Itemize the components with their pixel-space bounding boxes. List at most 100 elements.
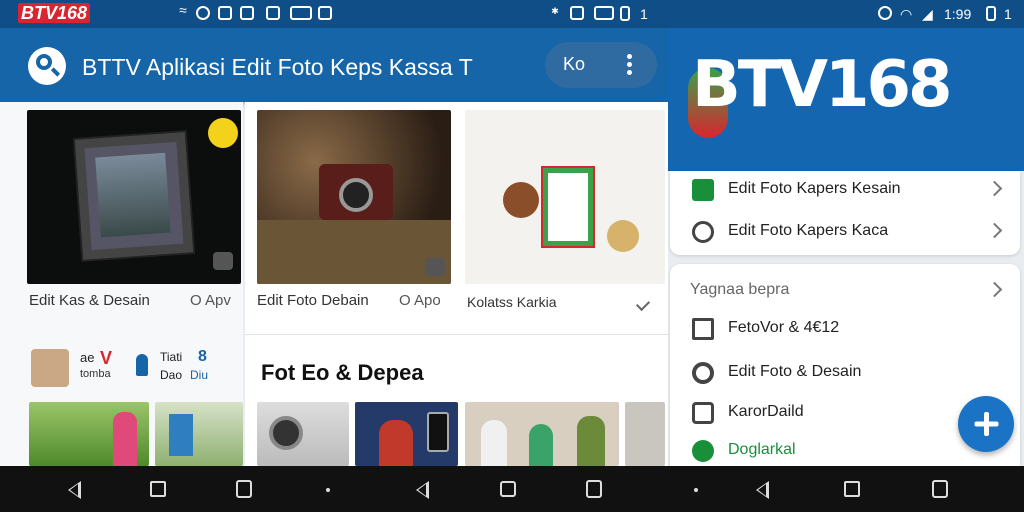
drawer-header: BTV168	[668, 28, 1024, 171]
mini-text-5: 8	[198, 348, 207, 365]
drawer-item-label: Edit Foto Kapers Kesain	[728, 180, 901, 197]
drawer-item-1[interactable]: Edit Foto Kapers Kaca	[670, 213, 1020, 251]
status-time-right: 1:99	[944, 6, 972, 22]
app-icon-1	[218, 6, 232, 20]
back-icon[interactable]	[68, 481, 81, 499]
recents-icon-2[interactable]	[586, 480, 602, 498]
share-icon[interactable]	[425, 258, 445, 276]
check-circle-icon	[692, 440, 714, 462]
section-title: Fot Eo & Depea	[261, 360, 424, 385]
flower-decoration	[607, 220, 639, 252]
drawer-section-header[interactable]: Yagnaa bepra	[670, 272, 1020, 310]
left-caption: Edit Kas & Desain	[29, 292, 150, 309]
more-vert-icon[interactable]	[627, 54, 633, 78]
camera-body	[319, 164, 393, 220]
drawer-item-0[interactable]: Edit Foto Kapers Kesain	[670, 171, 1020, 209]
family-photo	[95, 152, 171, 238]
status-logo: BTV168	[18, 3, 91, 24]
mini-text-6: Dao	[160, 368, 183, 382]
add-fab[interactable]	[958, 396, 1014, 452]
bluetooth-icon-2: ✱	[551, 6, 559, 16]
drawer-item-label: Edit Foto Kapers Kaca	[728, 222, 889, 239]
drawer-item-2[interactable]: FetoVor & 4€12	[670, 310, 1020, 348]
person-figure	[379, 420, 413, 466]
status-time-left: 1	[640, 6, 648, 22]
smartphone	[427, 412, 449, 452]
keychain-thumb[interactable]	[465, 110, 665, 284]
circle-icon	[692, 221, 714, 243]
drawer-item-label: Edit Foto & Desain	[728, 363, 862, 380]
card2-caption: Kolatss Karkia	[467, 294, 557, 310]
mini-text-7: Diu	[190, 368, 209, 382]
check-icon[interactable]	[635, 296, 651, 312]
app-bar: BTTV Aplikasi Edit Foto Keps Kassa T Ko	[0, 28, 668, 102]
wooden-table	[257, 220, 451, 284]
home-icon-3[interactable]	[844, 481, 860, 497]
dot-icon	[326, 488, 330, 492]
garden-thumb[interactable]	[29, 402, 149, 466]
section-header-label: Yagnaa bepra	[690, 281, 790, 298]
app-icon-2	[240, 6, 254, 20]
recents-icon-3[interactable]	[932, 480, 948, 498]
drawer-item-label: Doglarkal	[728, 441, 796, 458]
back-icon-3[interactable]	[756, 481, 769, 499]
photo-frame-thumb[interactable]	[27, 110, 241, 284]
home-icon-2[interactable]	[500, 481, 516, 497]
cart-icon[interactable]	[213, 252, 233, 270]
wifi-icon: ≈	[179, 2, 187, 18]
person-icon	[136, 354, 148, 376]
app-icon-5	[318, 6, 332, 20]
card1-caption: Edit Foto Debain	[257, 292, 369, 309]
lens	[269, 416, 303, 450]
signal-icon: ◢	[922, 6, 933, 22]
kiosk-thumb[interactable]	[155, 402, 243, 466]
app-icon-4	[290, 6, 312, 20]
system-nav-bar	[0, 466, 1024, 512]
photo-keychain	[543, 168, 593, 246]
person-1	[481, 420, 507, 466]
app-icon-7	[594, 6, 614, 20]
phone-person-thumb[interactable]	[355, 402, 458, 466]
mini-text-4: Tiati	[160, 350, 183, 364]
drawer-item-label: KarorDaild	[728, 403, 804, 420]
home-icon[interactable]	[150, 481, 166, 497]
person-2	[529, 424, 553, 466]
main-panel: Edit Foto Debain O Apo Kolatss Karkia Fo…	[245, 102, 668, 466]
drawer-card-top: Edit Foto Kapers Kesain Edit Foto Kapers…	[670, 171, 1020, 255]
status-bar: BTV168 ≈ ✱ 1 ◠ ◢ 1:99 1	[0, 0, 1024, 28]
app-icon-6	[570, 6, 584, 20]
window-icon	[692, 402, 714, 424]
profile-pill[interactable]: Ko	[545, 42, 657, 88]
app-title: BTTV Aplikasi Edit Foto Keps Kassa T	[82, 54, 473, 80]
back-icon-2[interactable]	[416, 481, 429, 499]
avatar[interactable]	[31, 349, 69, 387]
app-icon-3	[266, 6, 280, 20]
left-caption-extra: O Apv	[190, 292, 231, 309]
drawer-item-3[interactable]: Edit Foto & Desain	[670, 354, 1020, 392]
group-thumb[interactable]	[465, 402, 619, 466]
person-3	[577, 416, 605, 466]
picture-frame	[74, 132, 194, 260]
mini-text-3: tomba	[80, 368, 111, 380]
profile-pill-label: Ko	[563, 54, 586, 74]
kiosk-sign	[169, 414, 193, 456]
recents-icon[interactable]	[236, 480, 252, 498]
camera-lens	[339, 178, 373, 212]
check-square-icon	[692, 179, 714, 201]
search-icon[interactable]	[28, 47, 66, 85]
grid-icon	[692, 318, 714, 340]
mini-text-1: ae	[80, 350, 95, 365]
camera-thumb[interactable]	[257, 110, 451, 284]
divider	[245, 334, 668, 335]
card1-extra: O Apo	[399, 292, 441, 309]
camera-thumb-3[interactable]	[625, 402, 665, 466]
camera-thumb-2[interactable]	[257, 402, 349, 466]
alarm-icon	[878, 6, 892, 20]
drawer-item-label: FetoVor & 4€12	[728, 319, 840, 336]
pinecone-decoration	[503, 182, 539, 218]
drawer-brand: BTV168	[692, 48, 953, 122]
dot-icon-2	[694, 488, 698, 492]
chevron-right-icon	[986, 180, 1003, 197]
search-icon	[692, 362, 714, 384]
battery-icon-right	[986, 6, 996, 21]
